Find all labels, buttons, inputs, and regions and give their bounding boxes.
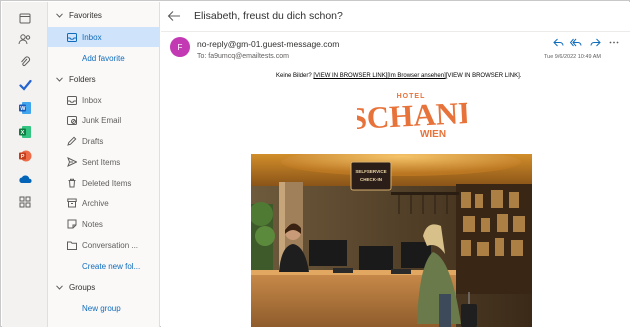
calendar-icon[interactable]	[15, 8, 35, 28]
sender-address[interactable]: no-reply@gm-01.guest-message.com	[197, 39, 339, 49]
view-in-browser-suffix[interactable]: [VIEW IN BROWSER LINK].	[446, 73, 522, 79]
sender-avatar[interactable]: F	[170, 37, 190, 57]
reply-icon[interactable]	[552, 36, 564, 48]
message-subject: Elisabeth, freust du dich schon?	[194, 10, 343, 22]
groups-label: Groups	[69, 282, 96, 292]
folder-item-deleted-items[interactable]: Deleted Items	[48, 173, 160, 193]
sign-line2: CHECK-IN	[360, 177, 382, 182]
folder-label: Conversation ...	[82, 240, 139, 250]
trash-icon	[67, 178, 77, 188]
hotel-lobby-image: SELFSERVICE CHECK-IN	[251, 154, 532, 327]
folder-label: Junk Email	[82, 115, 122, 125]
junk-icon	[67, 115, 77, 125]
reading-pane: Elisabeth, freust du dich schon? F no-re…	[161, 2, 630, 327]
add-favorite-link[interactable]: Add favorite	[48, 48, 160, 68]
pencil-icon	[67, 136, 77, 146]
new-group-label: New group	[82, 303, 121, 313]
hotel-schani-logo: HOTEL SCHANI WIEN	[349, 88, 471, 140]
groups-header[interactable]: Groups	[48, 277, 160, 297]
folder-item-archive[interactable]: Archive	[48, 193, 160, 213]
forward-icon[interactable]	[589, 36, 601, 48]
create-new-folder-label: Create new fol...	[82, 261, 141, 271]
excel-icon[interactable]: X	[15, 122, 35, 142]
sign-line1: SELFSERVICE	[355, 169, 386, 174]
inbox-icon	[67, 95, 77, 105]
folder-label: Deleted Items	[82, 178, 132, 188]
attach-icon[interactable]	[15, 52, 35, 72]
folder-label: Drafts	[82, 136, 104, 146]
to-prefix: To:	[197, 53, 207, 60]
folder-icon	[67, 240, 77, 250]
folders-label: Folders	[69, 74, 96, 84]
folder-item-junk-email[interactable]: Junk Email	[48, 110, 160, 130]
reply-all-icon[interactable]	[570, 36, 582, 48]
logo-bottom-text: WIEN	[420, 129, 446, 140]
favorites-label: Favorites	[69, 10, 102, 20]
chevron-down-icon	[55, 75, 63, 83]
recipient-row: To: fa9umcq@emailtests.com	[197, 53, 289, 60]
archive-icon	[67, 198, 77, 208]
onedrive-icon[interactable]	[15, 169, 35, 189]
svg-text:W: W	[20, 106, 26, 112]
add-favorite-label: Add favorite	[82, 53, 125, 63]
people-icon[interactable]	[15, 29, 35, 49]
no-images-text: Keine Bilder?	[276, 73, 312, 79]
folder-item-conversation-history[interactable]: Conversation ...	[48, 235, 160, 255]
logo-main-text: SCHANI	[357, 95, 467, 136]
folder-label: Sent Items	[82, 157, 121, 167]
im-browser-ansehen-link[interactable]: [Im Browser ansehen]	[387, 73, 445, 79]
outlook-window: W X P Favorites Inbox Add favorite Folde…	[0, 0, 630, 327]
recipient-address[interactable]: fa9umcq@emailtests.com	[208, 53, 289, 60]
view-in-browser-line: Keine Bilder? [VIEW IN BROWSER LINK][Im …	[276, 73, 521, 79]
subject-bar: Elisabeth, freust du dich schon?	[161, 2, 630, 32]
word-icon[interactable]: W	[15, 98, 35, 118]
svg-text:P: P	[21, 154, 25, 160]
chevron-down-icon	[55, 283, 63, 291]
folder-item-notes[interactable]: Notes	[48, 214, 160, 234]
todo-check-icon[interactable]	[15, 75, 35, 95]
powerpoint-icon[interactable]: P	[15, 146, 35, 166]
favorites-header[interactable]: Favorites	[48, 5, 160, 25]
folder-item-inbox[interactable]: Inbox	[48, 90, 160, 110]
favorite-inbox-label: Inbox	[82, 32, 102, 42]
inbox-icon	[67, 32, 77, 42]
favorite-item-inbox[interactable]: Inbox	[48, 27, 160, 47]
folder-label: Inbox	[82, 95, 102, 105]
svg-text:X: X	[21, 130, 25, 136]
folders-header[interactable]: Folders	[48, 69, 160, 89]
folder-label: Notes	[82, 219, 103, 229]
send-icon	[67, 157, 77, 167]
message-actions	[552, 36, 622, 48]
new-group-link[interactable]: New group	[48, 298, 160, 318]
view-in-browser-link[interactable]: [VIEW IN BROWSER LINK]	[313, 73, 387, 79]
chevron-down-icon	[55, 11, 63, 19]
app-rail: W X P	[2, 2, 48, 327]
apps-icon[interactable]	[15, 192, 35, 212]
folder-pane: Favorites Inbox Add favorite Folders Inb…	[48, 2, 160, 327]
folder-item-sent-items[interactable]: Sent Items	[48, 152, 160, 172]
back-arrow-icon[interactable]	[167, 10, 181, 22]
more-options-icon[interactable]	[608, 36, 620, 48]
create-new-folder-link[interactable]: Create new fol...	[48, 256, 160, 276]
folder-label: Archive	[82, 198, 109, 208]
message-date: Tue 9/6/2022 10:49 AM	[544, 54, 601, 60]
note-icon	[67, 219, 77, 229]
folder-item-drafts[interactable]: Drafts	[48, 131, 160, 151]
